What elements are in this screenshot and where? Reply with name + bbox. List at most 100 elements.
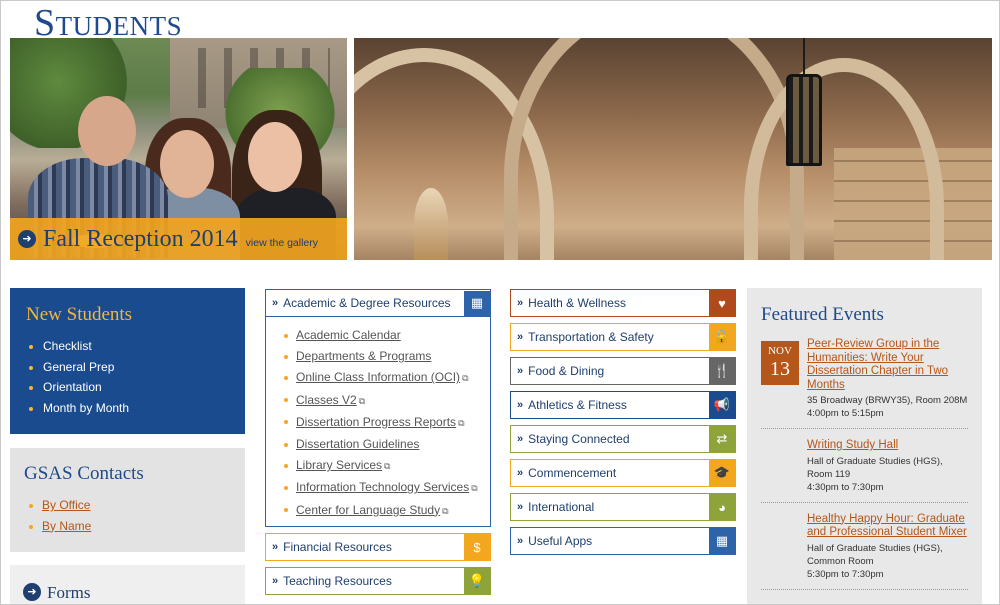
resource-button-label: Financial Resources (283, 540, 392, 554)
external-link-icon: ⧉ (358, 395, 366, 406)
chevron-right-icon: » (272, 541, 279, 553)
event-item: Writing Study Hall Hall of Graduate Studi… (761, 439, 968, 503)
academic-link-academic-calendar[interactable]: Academic Calendar (296, 328, 401, 342)
chevron-right-icon: » (272, 575, 279, 587)
dollar-icon: $ (464, 534, 490, 560)
external-link-icon: ⧉ (471, 483, 478, 494)
event-item: NOV 13 Peer-Review Group in the Humanities… (761, 338, 968, 429)
list-item: Classes V2 ⧉ (282, 390, 490, 412)
event-date-day: 13 (770, 358, 790, 380)
lock-icon: 🔓 (709, 324, 735, 350)
megaphone-icon: 📢 (709, 392, 735, 418)
resource-button-label: Teaching Resources (283, 574, 392, 588)
arrow-circle-icon: ➜ (18, 230, 36, 248)
resource-button-food-and-dining[interactable]: » Food & Dining 🍴 (510, 357, 736, 385)
lightbulb-icon: 💡 (464, 568, 490, 594)
resource-button-label: Staying Connected (528, 432, 630, 446)
list-item: Online Class Information (OCI) ⧉ (282, 367, 490, 389)
event-time: 4:00pm to 5:15pm (807, 408, 884, 419)
new-students-item-checklist[interactable]: Checklist (26, 336, 229, 357)
academic-link-information-technology-services[interactable]: Information Technology Services (296, 480, 469, 494)
utensils-icon: 🍴 (709, 358, 735, 384)
resource-button-health-and-wellness[interactable]: » Health & Wellness ♥ (510, 289, 736, 317)
gsas-contacts-title: GSAS Contacts (24, 463, 144, 484)
academic-link-classes-v2[interactable]: Classes V2 (296, 393, 357, 407)
event-location: Hall of Graduate Studies (HGS), Room 119 (807, 455, 943, 480)
external-link-icon: ⧉ (462, 373, 469, 384)
chevron-right-icon: » (517, 297, 524, 309)
event-date-month: NOV (768, 345, 792, 357)
new-students-panel: New Students Checklist General Prep Orient… (10, 288, 245, 434)
new-students-item-orientation[interactable]: Orientation (26, 377, 229, 398)
resource-button-teaching-resources[interactable]: » Teaching Resources 💡 (265, 567, 491, 595)
list-item: Information Technology Services ⧉ (282, 477, 490, 499)
new-students-item-month-by-month[interactable]: Month by Month (26, 398, 229, 419)
resource-button-financial-resources[interactable]: » Financial Resources $ (265, 533, 491, 561)
list-item: Dissertation Progress Reports ⧉ (282, 412, 490, 434)
resource-button-transportation-and-safety[interactable]: » Transportation & Safety 🔓 (510, 323, 736, 351)
event-title-link[interactable]: Healthy Happy Hour: Graduate and Profess… (807, 513, 968, 540)
chevron-right-icon: » (517, 433, 524, 445)
academic-link-online-class-information-oci[interactable]: Online Class Information (OCI) (296, 370, 460, 384)
list-item: Center for Language Study ⧉ (282, 500, 490, 522)
resource-button-label: Useful Apps (528, 534, 593, 548)
page-frame: Students ➜ Fall Reception 2014 view the … (0, 0, 1000, 605)
globe-icon: ◕ (709, 494, 735, 520)
view-gallery-link[interactable]: view the gallery (246, 237, 318, 249)
contacts-list: By Office By Name (24, 495, 231, 536)
resource-button-label: Commencement (528, 466, 617, 480)
heart-icon: ♥ (709, 290, 735, 316)
exchange-icon: ⇄ (709, 426, 735, 452)
resource-button-commencement[interactable]: » Commencement 🎓 (510, 459, 736, 487)
forms-panel[interactable]: ➜ Forms (10, 565, 245, 604)
academic-resources-header[interactable]: » Academic & Degree Resources ▦ (266, 290, 490, 317)
reception-photo[interactable]: ➜ Fall Reception 2014 view the gallery (10, 38, 347, 260)
gsas-contacts-panel: GSAS Contacts By Office By Name (10, 448, 245, 552)
academic-link-dissertation-guidelines[interactable]: Dissertation Guidelines (296, 437, 419, 451)
chevron-double-down-icon: » (272, 297, 279, 309)
event-location: 35 Broadway (BRWY35), Room 208M (807, 395, 968, 406)
resource-button-label: Athletics & Fitness (528, 398, 627, 412)
event-title-link[interactable]: Writing Study Hall (807, 439, 968, 453)
resource-button-international[interactable]: » International ◕ (510, 493, 736, 521)
forms-title[interactable]: Forms (47, 583, 90, 602)
resource-button-staying-connected[interactable]: » Staying Connected ⇄ (510, 425, 736, 453)
reception-title: Fall Reception 2014 (43, 225, 238, 252)
resource-button-label: International (528, 500, 595, 514)
arrow-circle-icon: ➜ (23, 583, 41, 601)
list-item: Departments & Programs (282, 346, 490, 367)
event-time: 4:30pm to 7:30pm (807, 481, 884, 493)
contact-link-by-office[interactable]: By Office (42, 498, 90, 512)
external-link-icon: ⧉ (442, 505, 449, 516)
new-students-title: New Students (26, 304, 133, 325)
graduation-cap-icon: 🎓 (709, 460, 735, 486)
event-time: 5:30pm to 7:30pm (807, 568, 884, 580)
grid-icon: ▦ (709, 528, 735, 554)
list-item: Dissertation Guidelines (282, 434, 490, 455)
lantern-image (786, 74, 822, 166)
list-item: Library Services ⧉ (282, 455, 490, 477)
list-item: Academic Calendar (282, 325, 490, 346)
new-students-item-general-prep[interactable]: General Prep (26, 357, 229, 378)
chevron-right-icon: » (517, 535, 524, 547)
academic-link-center-for-language-study[interactable]: Center for Language Study (296, 503, 440, 517)
academic-link-dissertation-progress-reports[interactable]: Dissertation Progress Reports (296, 415, 456, 429)
event-title-link[interactable]: Peer-Review Group in the Humanities: Wri… (807, 338, 968, 392)
contact-link-by-name[interactable]: By Name (42, 519, 91, 533)
event-date-badge: NOV 13 (761, 341, 799, 385)
resource-button-label: Transportation & Safety (528, 330, 654, 344)
featured-events-panel: Featured Events NOV 13 Peer-Review Group i… (747, 288, 982, 604)
external-link-icon: ⧉ (458, 417, 465, 428)
event-location: Hall of Graduate Studies (HGS), Common R… (807, 542, 943, 567)
resource-button-label: Food & Dining (528, 364, 605, 378)
event-item: Healthy Happy Hour: Graduate and Profess… (761, 513, 968, 590)
academic-link-library-services[interactable]: Library Services (296, 458, 382, 472)
archway-photo (354, 38, 992, 260)
academic-link-departments-and-programs[interactable]: Departments & Programs (296, 349, 431, 363)
resource-button-label: Health & Wellness (528, 296, 626, 310)
academic-resources-panel: » Academic & Degree Resources ▦ Academic … (265, 289, 491, 527)
resource-button-athletics-and-fitness[interactable]: » Athletics & Fitness 📢 (510, 391, 736, 419)
contacts-item: By Office (24, 495, 231, 516)
resource-button-useful-apps[interactable]: » Useful Apps ▦ (510, 527, 736, 555)
reception-gallery-link[interactable]: ➜ Fall Reception 2014 view the gallery (10, 218, 347, 260)
